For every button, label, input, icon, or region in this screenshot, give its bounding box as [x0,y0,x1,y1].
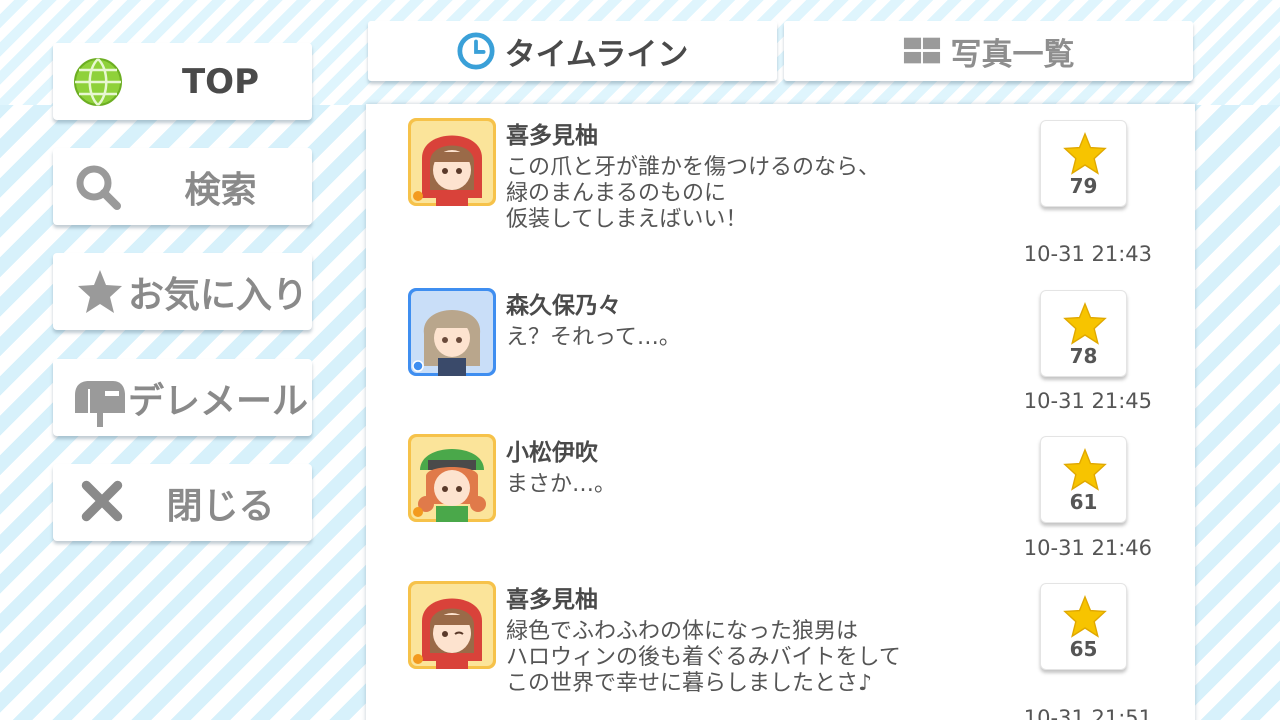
tab-timeline-label: タイムライン [504,36,689,73]
post-text: え？それって…。 [506,325,681,351]
grid-icon [903,37,940,64]
star-icon [1063,132,1107,175]
top-button-label: TOP [181,61,259,102]
like-button[interactable]: 78 [1040,290,1127,377]
post-author: 喜多見柚 [506,123,598,149]
post-timestamp: 10-31 21:45 [1023,389,1152,413]
avatar[interactable] [408,118,496,206]
star-icon [75,267,125,317]
post-author: 森久保乃々 [506,293,621,319]
like-count: 61 [1069,490,1098,514]
like-count: 78 [1069,344,1098,368]
like-count: 79 [1069,174,1098,198]
clock-icon [457,32,495,70]
search-icon [73,162,123,212]
star-icon [1063,448,1107,491]
timeline-feed[interactable]: 喜多見柚 この爪と牙が誰かを傷つけるのなら、 緑のまんまるのものに 仮装してしま… [366,104,1195,720]
star-icon [1063,302,1107,345]
post-text-line: ハロウィンの後も着ぐるみバイトをして [506,645,901,670]
like-count: 65 [1069,637,1098,661]
like-button[interactable]: 79 [1040,120,1127,207]
favorites-button[interactable]: お気に入り [53,253,312,330]
post-text-line: 緑色でふわふわの体になった狼男は [506,619,859,644]
top-button[interactable]: TOP [53,43,312,120]
like-button[interactable]: 61 [1040,436,1127,523]
avatar[interactable] [408,288,496,376]
dere-mail-button[interactable]: デレメール [53,359,312,436]
tab-photos-label: 写真一覧 [950,36,1075,73]
star-icon [1063,595,1107,638]
post-text-line: 仮装してしまえばいい！ [506,207,748,232]
search-button-label: 検索 [184,169,257,211]
post-timestamp: 10-31 21:43 [1023,242,1152,266]
favorites-button-label: お気に入り [127,274,308,316]
post-text-line: この世界で幸せに暮らしましたとさ♪ [506,671,873,696]
post-text: 緑色でふわふわの体になった狼男は ハロウィンの後も着ぐるみバイトをして この世界… [506,619,901,697]
post-text-line: え？それって…。 [506,325,681,350]
close-button[interactable]: 閉じる [53,464,312,541]
avatar[interactable] [408,581,496,669]
post-timestamp: 10-31 21:51 [1023,706,1152,720]
like-button[interactable]: 65 [1040,583,1127,670]
post-text-line: まさか…。 [506,472,617,497]
post-text-line: 緑のまんまるのものに [506,181,727,206]
post-text: まさか…。 [506,472,616,498]
post-timestamp: 10-31 21:46 [1023,536,1152,560]
tab-photos[interactable]: 写真一覧 [784,21,1193,81]
post-text: この爪と牙が誰かを傷つけるのなら、 緑のまんまるのものに 仮装してしまえばいい！ [506,155,880,233]
close-button-label: 閉じる [166,485,275,527]
post-text-line: この爪と牙が誰かを傷つけるのなら、 [506,155,881,180]
dere-mail-button-label: デレメール [127,380,308,422]
search-button[interactable]: 検索 [53,148,312,225]
globe-icon [73,57,123,107]
close-icon [79,478,129,528]
post-author: 喜多見柚 [506,587,598,613]
avatar[interactable] [408,434,496,522]
tab-timeline[interactable]: タイムライン [368,21,777,81]
mailbox-icon [71,373,125,427]
post-author: 小松伊吹 [506,440,598,466]
